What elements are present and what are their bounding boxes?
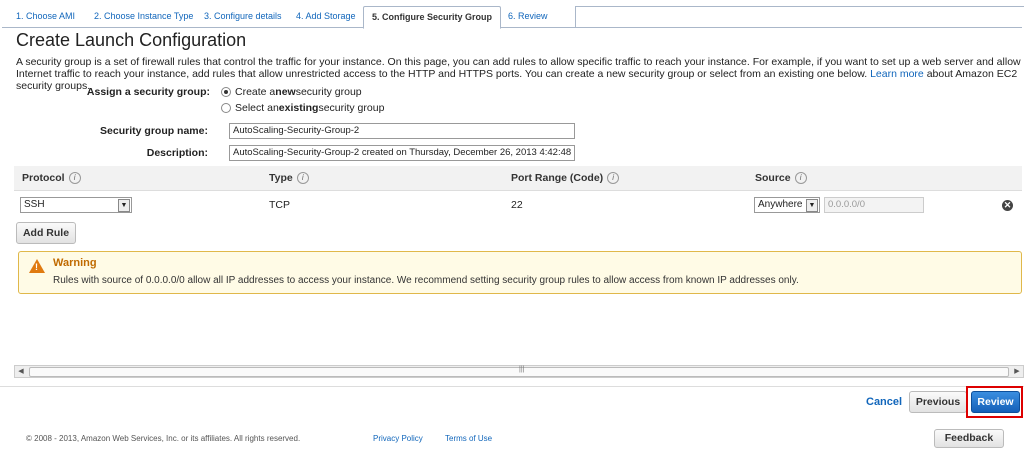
header-protocol: Protocol i <box>22 172 81 184</box>
header-port-range: Port Range (Code) i <box>511 172 620 184</box>
assign-security-group-label: Assign a security group: <box>86 86 210 98</box>
security-group-name-input[interactable]: AutoScaling-Security-Group-2 <box>229 123 575 139</box>
radio-select-existing-button[interactable] <box>221 103 231 113</box>
info-icon[interactable]: i <box>794 172 807 184</box>
feedback-button[interactable]: Feedback <box>934 429 1004 448</box>
wizard-tail <box>575 6 1024 28</box>
page-title: Create Launch Configuration <box>16 30 247 50</box>
learn-more-link[interactable]: Learn more <box>870 68 924 80</box>
radio-select-existing[interactable]: Select an existing security group <box>221 102 384 114</box>
security-group-name-label: Security group name: <box>100 125 208 137</box>
review-button[interactable]: Review <box>971 391 1020 413</box>
source-select[interactable]: Anywhere ▼ <box>754 197 820 213</box>
warning-icon-mark: ! <box>35 262 38 272</box>
warning-title: Warning <box>53 257 97 269</box>
radio-create-new-label-pre: Create a <box>235 86 276 98</box>
chevron-down-icon: ▼ <box>806 199 818 212</box>
scroll-right-icon[interactable]: ▶ <box>1011 366 1023 377</box>
warning-message: Rules with source of 0.0.0.0/0 allow all… <box>53 275 799 286</box>
scrollbar-grip-icon: ||| <box>519 366 525 373</box>
wizard-step-review[interactable]: 6. Review <box>500 6 556 27</box>
add-rule-button[interactable]: Add Rule <box>16 222 76 244</box>
radio-select-existing-label-bold: existing <box>278 102 319 114</box>
chevron-down-icon: ▼ <box>118 199 130 212</box>
previous-button[interactable]: Previous <box>909 391 967 413</box>
cidr-input: 0.0.0.0/0 <box>824 197 924 213</box>
wizard-step-choose-ami[interactable]: 1. Choose AMI <box>8 6 83 27</box>
header-source-label: Source <box>755 172 791 184</box>
description-input[interactable]: AutoScaling-Security-Group-2 created on … <box>229 145 575 161</box>
header-port-range-label: Port Range (Code) <box>511 172 604 184</box>
radio-select-existing-label-post: security group <box>318 102 385 114</box>
warning-box: ! Warning Rules with source of 0.0.0.0/0… <box>18 251 1022 294</box>
radio-create-new-button[interactable] <box>221 87 231 97</box>
rules-table-header: Protocol i Type i Port Range (Code) i Sourc… <box>14 166 1022 191</box>
info-icon[interactable]: i <box>607 172 620 184</box>
header-source: Source i <box>755 172 807 184</box>
header-type-label: Type <box>269 172 293 184</box>
horizontal-scrollbar[interactable]: ◀ ||| ▶ <box>14 365 1024 378</box>
footer-copyright: © 2008 - 2013, Amazon Web Services, Inc.… <box>26 434 301 443</box>
rule-type: TCP <box>269 199 290 211</box>
privacy-policy-link[interactable]: Privacy Policy <box>373 434 423 443</box>
rule-port-range: 22 <box>511 199 523 211</box>
cancel-button[interactable]: Cancel <box>866 396 902 408</box>
protocol-select[interactable]: SSH ▼ <box>20 197 132 213</box>
scrollbar-thumb[interactable]: ||| <box>29 366 1009 377</box>
radio-create-new[interactable]: Create a new security group <box>221 86 362 98</box>
header-type: Type i <box>269 172 309 184</box>
terms-of-use-link[interactable]: Terms of Use <box>445 434 492 443</box>
radio-select-existing-label-pre: Select an <box>235 102 279 114</box>
divider <box>0 386 1024 387</box>
protocol-select-value: SSH <box>24 199 45 210</box>
radio-create-new-label-post: security group <box>295 86 362 98</box>
wizard-steps: 1. Choose AMI 2. Choose Instance Type 3.… <box>0 6 1024 29</box>
wizard-step-configure-security-group: 5. Configure Security Group <box>363 6 502 29</box>
wizard-step-add-storage[interactable]: 4. Add Storage <box>288 6 364 27</box>
wizard-step-configure-details[interactable]: 3. Configure details <box>196 6 290 27</box>
description-label: Description: <box>146 147 208 159</box>
header-protocol-label: Protocol <box>22 172 65 184</box>
info-icon[interactable]: i <box>68 172 81 184</box>
scroll-left-icon[interactable]: ◀ <box>15 366 27 377</box>
table-row: SSH ▼ TCP 22 Anywhere ▼ 0.0.0.0/0 ✕ <box>14 191 1022 219</box>
wizard-step-choose-instance-type[interactable]: 2. Choose Instance Type <box>86 6 201 27</box>
radio-create-new-label-bold: new <box>275 86 296 98</box>
remove-rule-icon[interactable]: ✕ <box>1002 200 1013 211</box>
info-icon[interactable]: i <box>296 172 309 184</box>
source-select-value: Anywhere <box>758 199 803 210</box>
